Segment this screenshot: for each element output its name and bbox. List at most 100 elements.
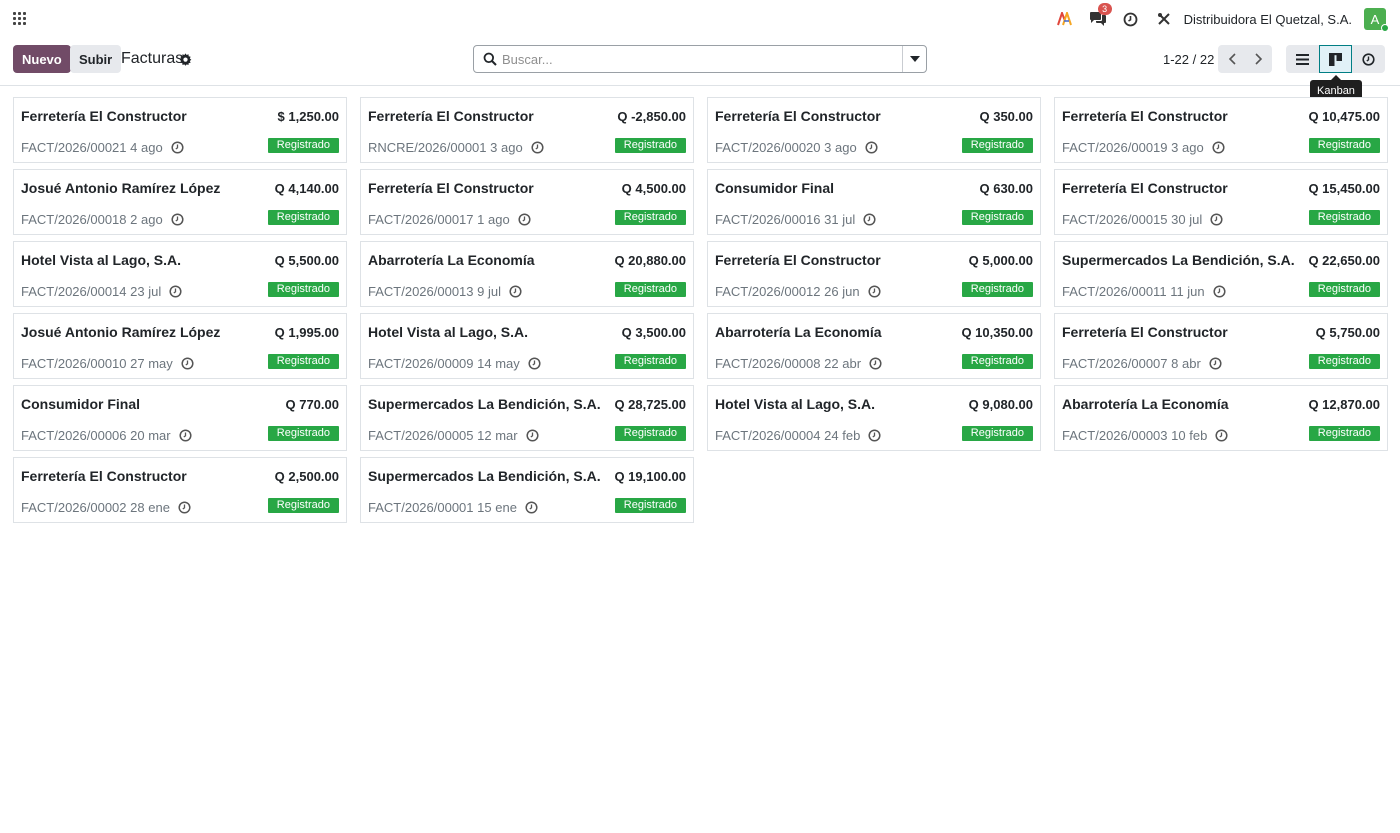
activity-clock-icon[interactable] (528, 357, 541, 370)
kanban-view-button[interactable] (1319, 45, 1352, 73)
page-title: Facturas (121, 50, 184, 67)
activity-clock-icon[interactable] (1209, 357, 1222, 370)
activity-clock-icon[interactable] (868, 429, 881, 442)
messages-icon[interactable]: 3 (1087, 3, 1112, 30)
invoice-card[interactable]: Ferretería El Constructor Q 350.00 FACT/… (707, 97, 1041, 163)
pager-previous-button[interactable] (1218, 45, 1245, 73)
invoice-amount: Q 9,080.00 (968, 397, 1033, 412)
invoice-card[interactable]: Ferretería El Constructor Q 5,000.00 FAC… (707, 241, 1041, 307)
invoice-amount: Q 5,000.00 (968, 253, 1033, 268)
activity-clock-icon[interactable] (525, 501, 538, 514)
pager-value[interactable]: 1-22 / 22 (1163, 52, 1214, 67)
search-icon (483, 52, 497, 66)
activity-clock-icon[interactable] (509, 285, 522, 298)
apps-menu-icon[interactable] (13, 12, 26, 25)
invoice-card[interactable]: Supermercados La Bendición, S.A. Q 22,65… (1054, 241, 1388, 307)
invoice-card[interactable]: Ferretería El Constructor Q 4,500.00 FAC… (360, 169, 694, 235)
status-badge: Registrado (1308, 210, 1380, 225)
invoice-card[interactable]: Ferretería El Constructor Q 2,500.00 FAC… (13, 457, 347, 523)
invoice-card[interactable]: Ferretería El Constructor Q 10,475.00 FA… (1054, 97, 1388, 163)
invoice-card[interactable]: Ferretería El Constructor $ 1,250.00 FAC… (13, 97, 347, 163)
avatar-letter: A (1370, 11, 1380, 27)
ai-assistant-icon[interactable] (1054, 8, 1076, 30)
activity-clock-icon[interactable] (518, 213, 531, 226)
activity-clock-icon[interactable] (171, 141, 184, 154)
activity-clock-icon[interactable] (531, 141, 544, 154)
invoice-card[interactable]: Hotel Vista al Lago, S.A. Q 3,500.00 FAC… (360, 313, 694, 379)
invoice-card[interactable]: Ferretería El Constructor Q 5,750.00 FAC… (1054, 313, 1388, 379)
invoice-amount: Q 1,995.00 (274, 325, 339, 340)
pager-next-button[interactable] (1245, 45, 1272, 73)
invoice-card[interactable]: Hotel Vista al Lago, S.A. Q 5,500.00 FAC… (13, 241, 347, 307)
tools-icon[interactable] (1153, 8, 1175, 30)
activity-clock-icon[interactable] (181, 357, 194, 370)
invoice-date: 30 jul (1171, 212, 1203, 227)
invoice-reference: FACT/2026/00010 27 may (21, 356, 194, 371)
invoice-date: 31 jul (824, 212, 856, 227)
activity-clock-icon[interactable] (868, 285, 881, 298)
invoice-date: 26 jun (824, 284, 860, 299)
invoice-card[interactable]: Ferretería El Constructor Q -2,850.00 RN… (360, 97, 694, 163)
activity-clock-icon[interactable] (178, 501, 191, 514)
activity-clock-icon[interactable] (1213, 285, 1226, 298)
invoice-number: FACT/2026/00014 (21, 284, 127, 299)
status-badge: Registrado (1308, 426, 1380, 441)
invoice-card[interactable]: Consumidor Final Q 630.00 FACT/2026/0001… (707, 169, 1041, 235)
invoice-amount: Q 5,500.00 (274, 253, 339, 268)
chevron-right-icon (1254, 53, 1262, 65)
invoice-amount: $ 1,250.00 (277, 109, 339, 124)
invoice-card[interactable]: Ferretería El Constructor Q 15,450.00 FA… (1054, 169, 1388, 235)
invoice-date: 8 abr (1171, 356, 1201, 371)
invoice-partner: Ferretería El Constructor (715, 108, 881, 124)
activity-clock-icon[interactable] (169, 285, 182, 298)
invoice-card[interactable]: Josué Antonio Ramírez López Q 4,140.00 F… (13, 169, 347, 235)
invoice-reference: FACT/2026/00006 20 mar (21, 428, 192, 443)
list-view-button[interactable] (1286, 45, 1319, 73)
search-options-toggle[interactable] (902, 46, 926, 72)
invoice-amount: Q 4,140.00 (274, 181, 339, 196)
activity-clock-icon[interactable] (863, 213, 876, 226)
chevron-left-icon (1228, 53, 1236, 65)
invoice-amount: Q 12,870.00 (1308, 397, 1380, 412)
view-switcher (1286, 45, 1385, 73)
activity-view-button[interactable] (1352, 45, 1385, 73)
activity-clock-icon[interactable] (179, 429, 192, 442)
navbar-systray: 3 Distribuidora El Quetzal, S.A. A (1043, 3, 1389, 32)
new-button[interactable]: Nuevo (13, 45, 71, 73)
invoice-date: 3 ago (1171, 140, 1204, 155)
activity-clock-icon[interactable] (1215, 429, 1228, 442)
invoice-reference: FACT/2026/00019 3 ago (1062, 140, 1225, 155)
activity-clock-icon[interactable] (171, 213, 184, 226)
invoice-card[interactable]: Abarrotería La Economía Q 10,350.00 FACT… (707, 313, 1041, 379)
invoice-card[interactable]: Abarrotería La Economía Q 12,870.00 FACT… (1054, 385, 1388, 451)
invoice-partner: Ferretería El Constructor (715, 252, 881, 268)
user-avatar[interactable]: A (1364, 8, 1389, 32)
invoice-date: 22 abr (824, 356, 862, 371)
activity-clock-icon[interactable] (869, 357, 882, 370)
gear-icon[interactable] (179, 53, 192, 66)
invoice-amount: Q 2,500.00 (274, 469, 339, 484)
activity-clock-icon[interactable] (1212, 141, 1225, 154)
activity-clock-icon[interactable] (1120, 8, 1142, 30)
invoice-number: FACT/2026/00008 (715, 356, 821, 371)
status-badge: Registrado (614, 354, 686, 369)
activity-clock-icon[interactable] (1210, 213, 1223, 226)
invoice-number: FACT/2026/00013 (368, 284, 474, 299)
status-badge: Registrado (267, 354, 339, 369)
invoice-card[interactable]: Abarrotería La Economía Q 20,880.00 FACT… (360, 241, 694, 307)
invoice-partner: Supermercados La Bendición, S.A. (1062, 252, 1295, 268)
invoice-card[interactable]: Hotel Vista al Lago, S.A. Q 9,080.00 FAC… (707, 385, 1041, 451)
kanban-grid: Ferretería El Constructor $ 1,250.00 FAC… (13, 97, 1388, 523)
invoice-card[interactable]: Josué Antonio Ramírez López Q 1,995.00 F… (13, 313, 347, 379)
upload-button[interactable]: Subir (70, 45, 122, 73)
invoice-card[interactable]: Consumidor Final Q 770.00 FACT/2026/0000… (13, 385, 347, 451)
invoice-card[interactable]: Supermercados La Bendición, S.A. Q 28,72… (360, 385, 694, 451)
invoice-number: FACT/2026/00017 (368, 212, 474, 227)
activity-clock-icon[interactable] (526, 429, 539, 442)
invoice-date: 2 ago (130, 212, 163, 227)
search-input[interactable] (502, 51, 902, 67)
activity-clock-icon[interactable] (865, 141, 878, 154)
company-switcher[interactable]: Distribuidora El Quetzal, S.A. (1184, 12, 1352, 27)
status-badge: Registrado (961, 426, 1033, 441)
invoice-card[interactable]: Supermercados La Bendición, S.A. Q 19,10… (360, 457, 694, 523)
